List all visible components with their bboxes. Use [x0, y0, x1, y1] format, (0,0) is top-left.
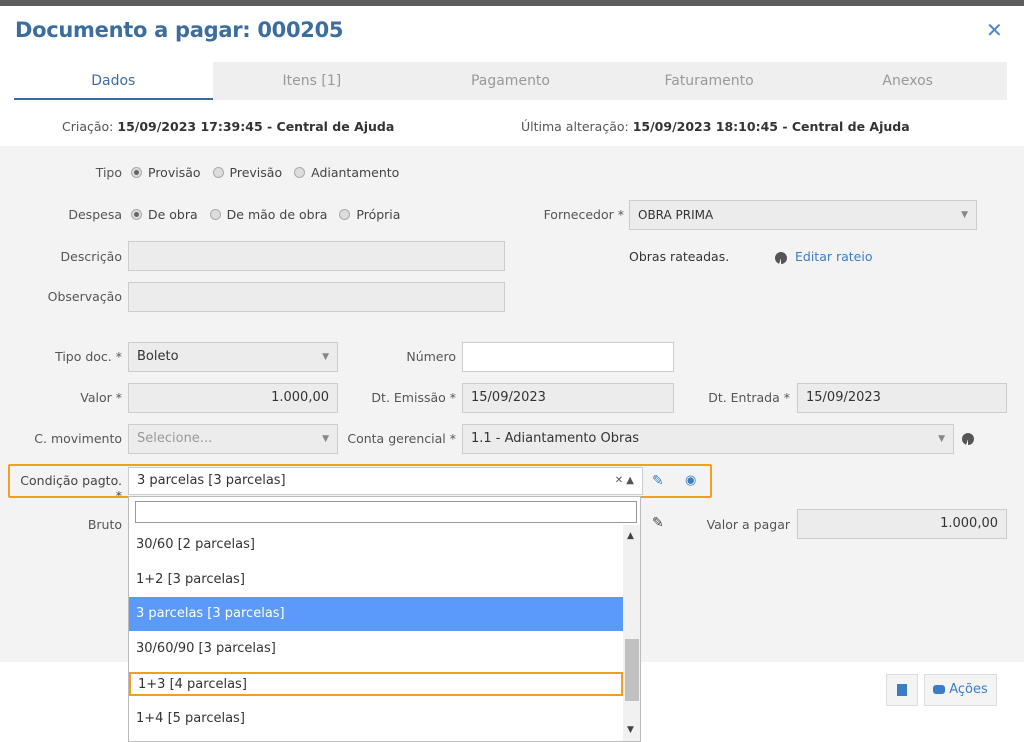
dt-emissao-label: Dt. Emissão * [371, 390, 456, 405]
created-info: Criação: 15/09/2023 17:39:45 - Central d… [62, 119, 394, 134]
valor-pagar-input[interactable]: 1.000,00 [797, 509, 1007, 539]
chevron-down-icon: ▼ [322, 434, 329, 444]
tipo-doc-label: Tipo doc. * [55, 349, 122, 364]
created-value: 15/09/2023 17:39:45 - Central de Ajuda [117, 119, 395, 134]
pie-chart-icon[interactable] [962, 433, 974, 445]
tipo-label: Tipo [95, 165, 122, 180]
chat-icon [933, 685, 946, 694]
tipo-doc-select[interactable]: Boleto ▼ [128, 342, 338, 372]
dropdown-option[interactable]: 30/60 [2 parcelas] [129, 528, 623, 562]
observacao-label: Observação [47, 289, 122, 304]
tab-itens[interactable]: Itens [1] [213, 62, 412, 100]
radio-propria[interactable]: Própria [339, 207, 400, 222]
tab-dados[interactable]: Dados [14, 62, 213, 100]
fornecedor-select[interactable]: OBRA PRIMA ▼ [629, 200, 977, 230]
tab-faturamento[interactable]: Faturamento [610, 62, 809, 100]
fornecedor-label: Fornecedor * [543, 207, 624, 222]
radio-adiantamento[interactable]: Adiantamento [294, 165, 399, 180]
despesa-label: Despesa [68, 207, 122, 222]
pie-chart-icon [775, 251, 787, 264]
page-title: Documento a pagar: 000205 [15, 18, 344, 42]
dropdown-option[interactable]: 1+4 [5 parcelas] [129, 702, 623, 736]
close-icon[interactable]: ✕ [986, 18, 1003, 42]
tab-bar: Dados Itens [1] Pagamento Faturamento An… [14, 62, 1007, 100]
tab-pagamento[interactable]: Pagamento [411, 62, 610, 100]
chevron-down-icon: ▼ [938, 434, 945, 444]
c-movimento-select[interactable]: Selecione... ▼ [128, 424, 338, 454]
valor-label: Valor * [80, 390, 122, 405]
c-movimento-label: C. movimento [34, 431, 122, 446]
dt-entrada-label: Dt. Entrada * [708, 390, 790, 405]
bruto-label: Bruto [87, 517, 122, 532]
numero-input[interactable] [462, 342, 674, 372]
dropdown-option[interactable]: 1+2 [3 parcelas] [129, 563, 623, 597]
dropdown-scrollbar[interactable]: ▲ ▼ [623, 525, 640, 741]
dt-entrada-input[interactable]: 15/09/2023 [797, 383, 1007, 413]
despesa-radio-group: De obra De mão de obra Própria [131, 207, 412, 222]
conta-gerencial-select[interactable]: 1.1 - Adiantamento Obras ▼ [462, 424, 954, 454]
observacao-input[interactable] [128, 282, 505, 312]
created-label: Criação: [62, 119, 114, 134]
numero-label: Número [406, 349, 456, 364]
acoes-button[interactable]: Ações [924, 674, 997, 706]
updated-label: Última alteração: [521, 119, 629, 134]
conta-gerencial-value: 1.1 - Adiantamento Obras [471, 431, 640, 446]
dropdown-option-highlighted[interactable]: 1+3 [4 parcelas] [129, 672, 623, 696]
tipo-doc-value: Boleto [137, 349, 179, 364]
radio-provisao[interactable]: Provisão [131, 165, 201, 180]
dropdown-search-input[interactable] [135, 501, 637, 523]
c-movimento-placeholder: Selecione... [137, 431, 213, 446]
fornecedor-value: OBRA PRIMA [638, 208, 714, 222]
condicao-dropdown: 30/60 [2 parcelas] 1+2 [3 parcelas] 3 pa… [128, 496, 641, 742]
radio-previsao[interactable]: Previsão [212, 165, 282, 180]
updated-info: Última alteração: 15/09/2023 18:10:45 - … [521, 119, 910, 134]
editar-rateio-link[interactable]: Editar rateio [775, 249, 872, 264]
descricao-label: Descrição [60, 249, 123, 264]
updated-value: 15/09/2023 18:10:45 - Central de Ajuda [632, 119, 910, 134]
document-button[interactable] [886, 674, 918, 706]
tipo-radio-group: Provisão Previsão Adiantamento [131, 165, 411, 180]
tab-anexos[interactable]: Anexos [808, 62, 1007, 100]
valor-pagar-label: Valor a pagar [706, 517, 790, 532]
document-icon [897, 683, 907, 696]
obras-rateadas-text: Obras rateadas. [629, 249, 730, 264]
scroll-down-icon[interactable]: ▼ [627, 725, 634, 735]
chevron-down-icon: ▼ [322, 352, 329, 362]
conta-gerencial-label: Conta gerencial * [347, 431, 456, 446]
pencil-icon[interactable]: ✎ [652, 515, 664, 531]
valor-input[interactable]: 1.000,00 [128, 383, 338, 413]
dropdown-option-selected[interactable]: 3 parcelas [3 parcelas] [129, 597, 623, 631]
dropdown-option[interactable]: 30/60/90 [3 parcelas] [129, 632, 623, 666]
radio-mao-de-obra[interactable]: De mão de obra [209, 207, 327, 222]
dt-emissao-input[interactable]: 15/09/2023 [462, 383, 674, 413]
descricao-input[interactable] [128, 241, 505, 271]
scrollbar-thumb[interactable] [625, 639, 639, 701]
scroll-up-icon[interactable]: ▲ [627, 531, 634, 541]
radio-de-obra[interactable]: De obra [131, 207, 198, 222]
chevron-down-icon: ▼ [961, 210, 968, 220]
highlight-condicao [8, 464, 712, 498]
